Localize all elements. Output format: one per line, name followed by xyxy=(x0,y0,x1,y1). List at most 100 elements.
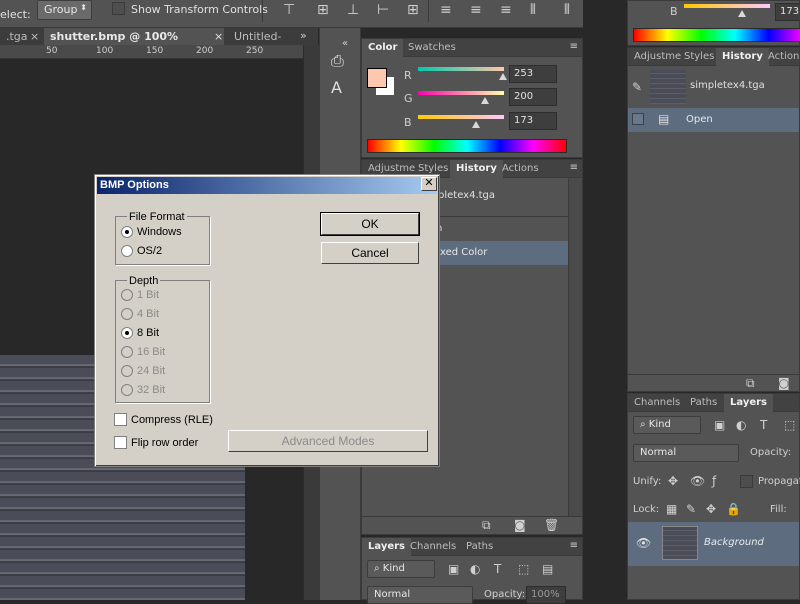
opacity-field[interactable]: 100% xyxy=(526,586,566,604)
kind-filter-dropdown[interactable]: ⌕ Kind xyxy=(367,560,435,578)
channel-b-slider[interactable] xyxy=(418,115,504,119)
snapshot-label[interactable]: pletex4.tga xyxy=(438,190,495,201)
radio-button[interactable] xyxy=(121,384,133,397)
color-spectrum-ramp[interactable] xyxy=(633,28,800,42)
tab-styles[interactable]: Styles xyxy=(678,48,720,66)
align-left-icon[interactable]: ⊢ xyxy=(377,2,389,18)
radio-button[interactable] xyxy=(121,289,133,302)
filter-type-icon[interactable]: T xyxy=(494,562,501,576)
channel-g-field[interactable]: 200 xyxy=(509,88,557,106)
filter-pixel-icon[interactable]: ▣ xyxy=(448,562,459,576)
unify-position-icon[interactable]: ✥ xyxy=(668,474,678,488)
tab-history[interactable]: History xyxy=(716,48,769,66)
tab-swatches[interactable]: Swatches xyxy=(402,39,462,57)
tab-paths[interactable]: Paths xyxy=(684,394,723,412)
filter-shape-icon[interactable]: ⬚ xyxy=(784,418,795,432)
filter-adjustment-icon[interactable]: ◐ xyxy=(470,562,480,576)
format-os2-radio[interactable]: OS/2 xyxy=(121,245,162,258)
history-brush-icon[interactable]: ⎙ xyxy=(331,51,344,71)
radio-button[interactable] xyxy=(121,327,133,340)
channel-g-slider[interactable] xyxy=(418,91,504,95)
filter-adjustment-icon[interactable]: ◐ xyxy=(736,418,746,432)
channel-r-field[interactable]: 253 xyxy=(509,65,557,83)
tab-channels[interactable]: Channels xyxy=(628,394,686,412)
tab-actions[interactable]: Actions xyxy=(762,48,800,66)
character-panel-icon[interactable]: A xyxy=(331,78,342,97)
tab-channels[interactable]: Channels xyxy=(404,538,462,556)
cancel-button[interactable]: Cancel xyxy=(321,242,419,264)
panel-menu-icon[interactable]: ≡ xyxy=(570,540,578,551)
dialog-titlebar[interactable]: BMP Options xyxy=(97,177,437,194)
foreground-color-swatch[interactable] xyxy=(367,68,387,88)
lock-pixels-icon[interactable]: ✎ xyxy=(686,502,696,516)
channel-b-slider[interactable] xyxy=(684,4,770,8)
close-button[interactable]: ✕ xyxy=(421,177,437,191)
collapse-icon[interactable]: « xyxy=(342,38,348,49)
format-windows-radio[interactable]: Windows xyxy=(121,226,182,239)
align-top-icon[interactable]: ⊤ xyxy=(283,2,295,18)
history-scrollbar[interactable] xyxy=(568,178,582,516)
layer-row-background[interactable]: 👁 Background xyxy=(628,522,799,566)
distribute-vcenter-icon[interactable]: ≡ xyxy=(470,2,482,18)
radio-button[interactable] xyxy=(121,346,133,359)
unify-visibility-icon[interactable]: 👁 xyxy=(690,474,705,488)
distribute-bottom-icon[interactable]: ≡ xyxy=(500,2,512,18)
filter-type-icon[interactable]: T xyxy=(760,418,767,432)
doc-tab-shutter[interactable]: shutter.bmp @ 100% (Index) xyxy=(44,28,224,60)
tab-paths[interactable]: Paths xyxy=(460,538,499,556)
filter-smart-object-icon[interactable]: ▤ xyxy=(542,562,553,576)
blend-mode-dropdown[interactable]: Normal xyxy=(633,444,739,462)
flip-row-order-checkbox[interactable]: Flip row order xyxy=(114,436,198,449)
camera-icon[interactable]: ◙ xyxy=(514,518,526,532)
history-brush-source-icon[interactable]: ✎ xyxy=(632,80,642,94)
advanced-modes-button[interactable]: Advanced Modes xyxy=(228,430,428,452)
unify-style-icon[interactable]: ƒ xyxy=(712,474,716,488)
eye-visibility-icon[interactable]: 👁 xyxy=(636,536,651,550)
more-tabs-icon[interactable]: » xyxy=(300,29,307,42)
new-document-from-state-icon[interactable]: ⧉ xyxy=(482,518,491,533)
depth-32bit-radio[interactable]: 32 Bit xyxy=(121,384,165,397)
distribute-top-icon[interactable]: ≡ xyxy=(440,2,452,18)
channel-r-slider[interactable] xyxy=(418,67,504,71)
kind-filter-dropdown[interactable]: ⌕ Kind xyxy=(633,416,701,434)
doc-tab-untitled[interactable]: Untitled- xyxy=(228,28,288,45)
color-spectrum-ramp[interactable] xyxy=(367,139,567,153)
lock-all-icon[interactable]: 🔒 xyxy=(726,502,741,516)
lock-position-icon[interactable]: ✥ xyxy=(706,502,716,516)
history-source-checkbox[interactable] xyxy=(632,113,644,125)
layer-name[interactable]: Background xyxy=(704,537,764,548)
tab-color[interactable]: Color xyxy=(362,39,404,57)
filter-pixel-icon[interactable]: ▣ xyxy=(714,418,725,432)
radio-button[interactable] xyxy=(121,308,133,321)
depth-4bit-radio[interactable]: 4 Bit xyxy=(121,308,159,321)
tab-actions[interactable]: Actions xyxy=(496,160,545,178)
tab-layers[interactable]: Layers xyxy=(724,394,773,412)
lock-transparent-icon[interactable]: ▦ xyxy=(666,502,677,516)
channel-b-field[interactable]: 173 xyxy=(775,3,800,21)
checkbox[interactable] xyxy=(114,413,127,426)
panel-menu-icon[interactable]: ≡ xyxy=(570,162,578,173)
blend-mode-dropdown[interactable]: Normal xyxy=(367,586,473,604)
trash-icon[interactable]: 🗑 xyxy=(544,518,559,532)
depth-8bit-radio[interactable]: 8 Bit xyxy=(121,327,159,340)
snapshot-label[interactable]: simpletex4.tga xyxy=(690,80,765,91)
distribute-left-icon[interactable]: ⫴ xyxy=(530,2,536,18)
propagate-checkbox[interactable] xyxy=(740,475,753,488)
depth-1bit-radio[interactable]: 1 Bit xyxy=(121,289,159,302)
checkbox[interactable] xyxy=(114,436,127,449)
align-hcenter-icon[interactable]: ⊞ xyxy=(407,2,419,18)
show-transform-checkbox[interactable] xyxy=(112,2,125,15)
panel-menu-icon[interactable]: ≡ xyxy=(570,41,578,52)
align-bottom-icon[interactable]: ⊥ xyxy=(347,2,359,18)
auto-select-dropdown[interactable]: Group ⬍ xyxy=(37,0,92,20)
tab-history[interactable]: History xyxy=(450,160,503,178)
depth-16bit-radio[interactable]: 16 Bit xyxy=(121,346,165,359)
history-item-selected[interactable]: ▤ Open xyxy=(628,108,799,132)
radio-button[interactable] xyxy=(121,365,133,378)
distribute-hcenter-icon[interactable]: ⫴ xyxy=(564,2,570,18)
filter-shape-icon[interactable]: ⬚ xyxy=(518,562,529,576)
new-document-from-state-icon[interactable]: ⧉ xyxy=(746,376,755,391)
close-icon[interactable]: × xyxy=(30,30,39,43)
snapshot-thumbnail[interactable] xyxy=(650,70,686,104)
close-icon[interactable]: × xyxy=(214,30,223,43)
